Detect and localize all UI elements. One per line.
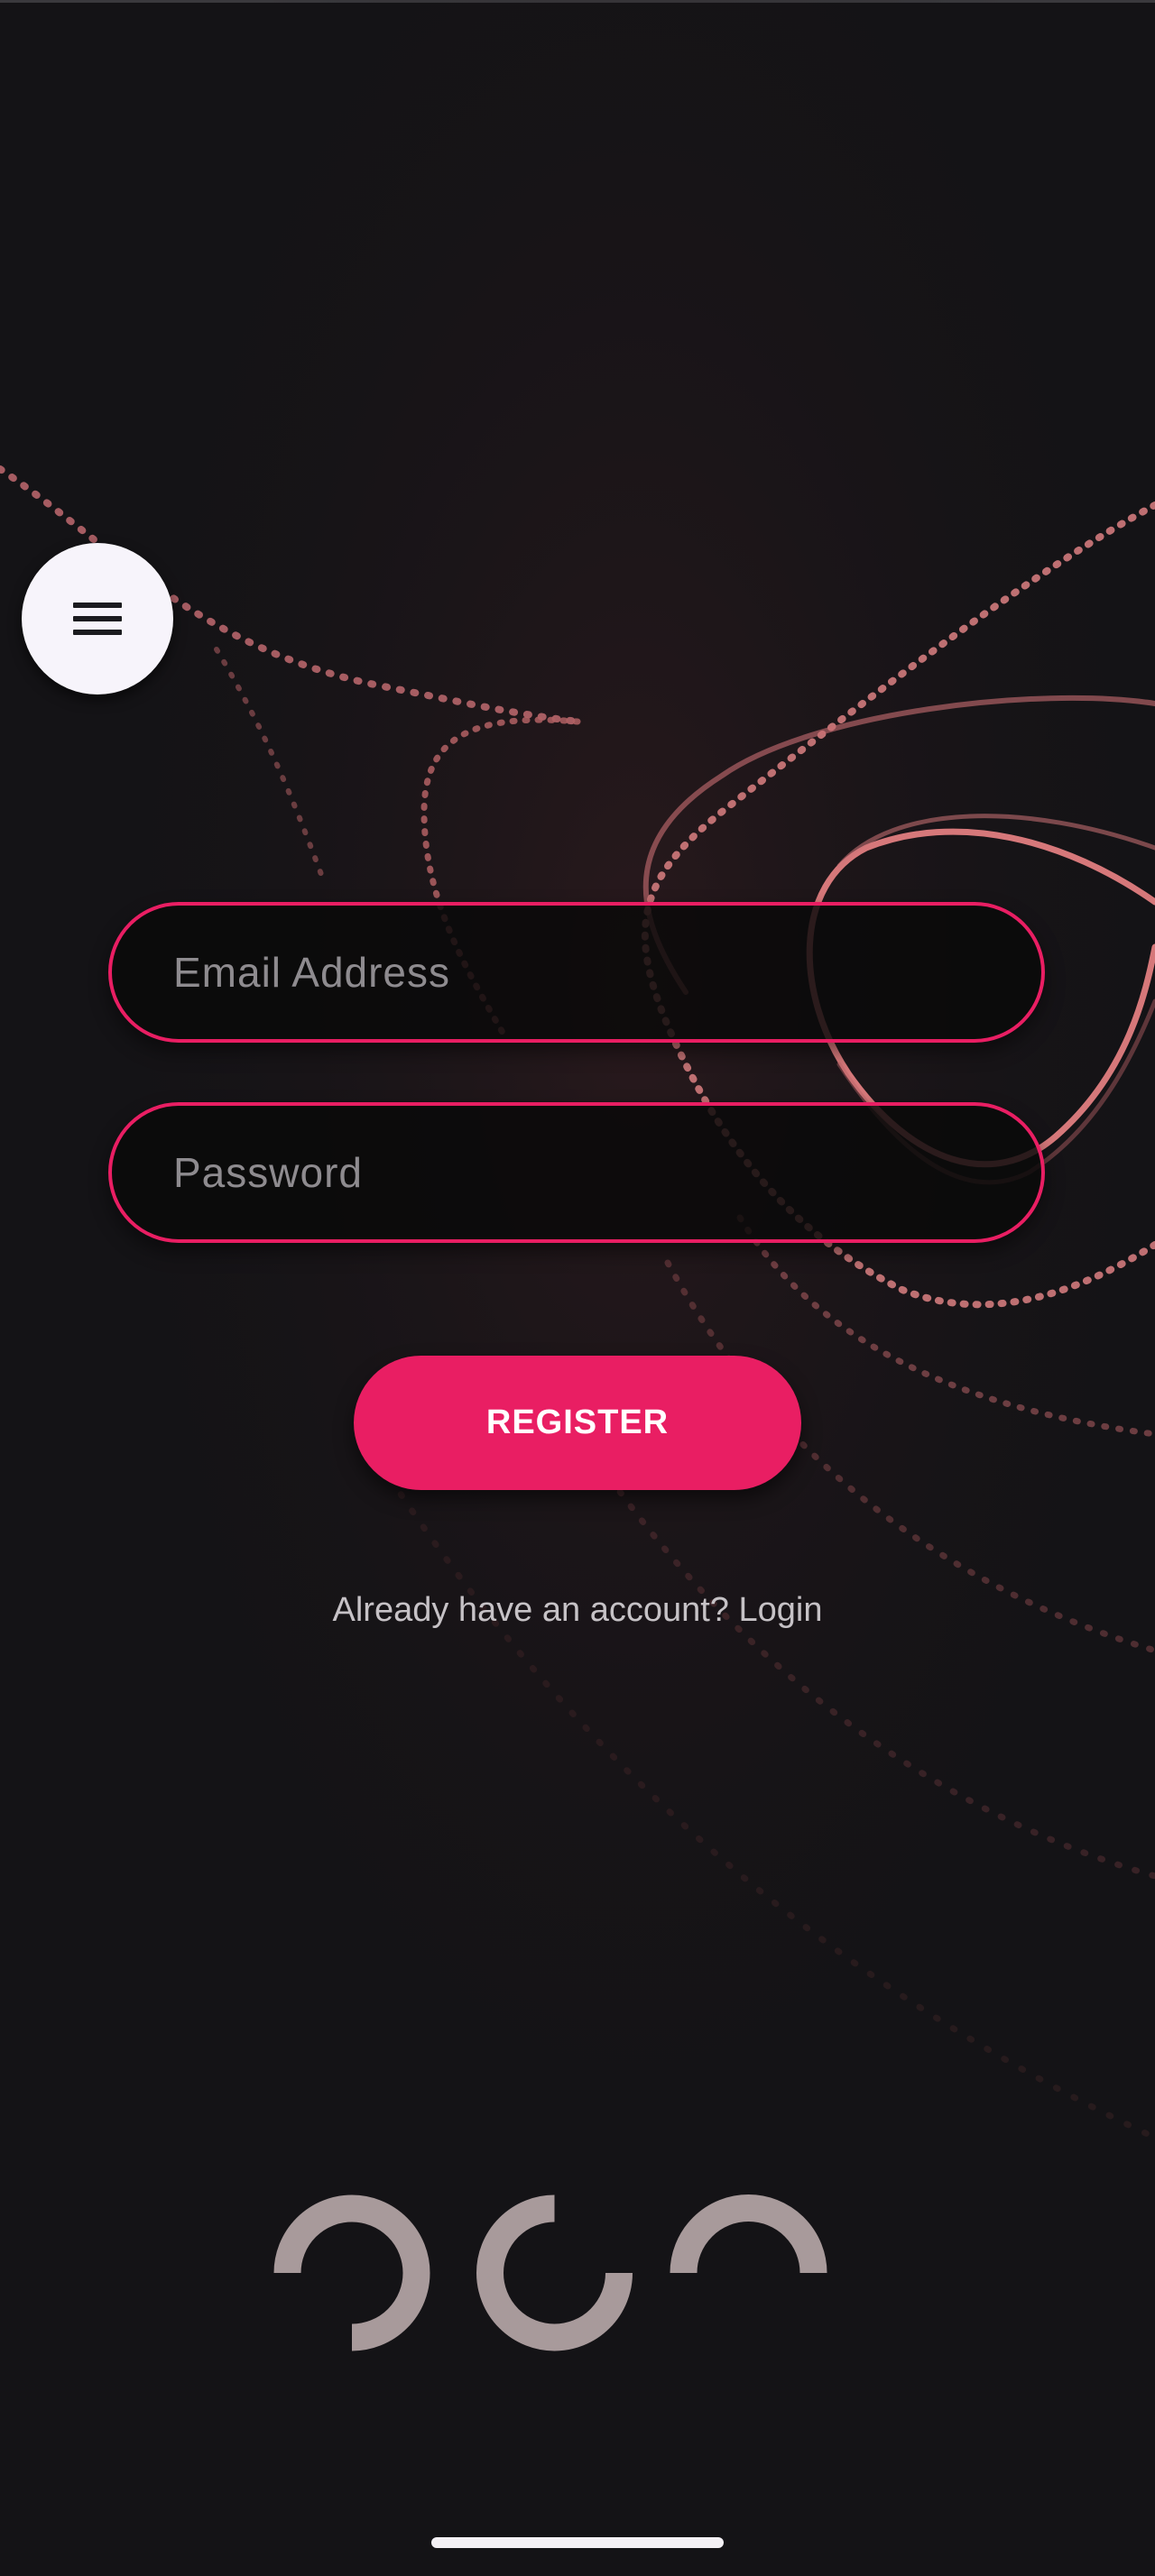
- email-field[interactable]: [108, 902, 1045, 1043]
- password-input[interactable]: [173, 1106, 985, 1239]
- loading-dot-2: [476, 2194, 633, 2351]
- email-input[interactable]: [173, 906, 985, 1039]
- register-button[interactable]: REGISTER: [354, 1356, 801, 1490]
- loading-spinner-icon: [273, 2194, 827, 2351]
- login-link[interactable]: Already have an account? Login: [0, 1583, 1155, 1637]
- loading-dot-1: [273, 2194, 430, 2351]
- loading-dot-3: [670, 2194, 827, 2274]
- password-field[interactable]: [108, 1102, 1045, 1243]
- hamburger-menu-icon: [73, 603, 122, 635]
- home-indicator[interactable]: [431, 2537, 724, 2548]
- menu-button[interactable]: [22, 543, 173, 695]
